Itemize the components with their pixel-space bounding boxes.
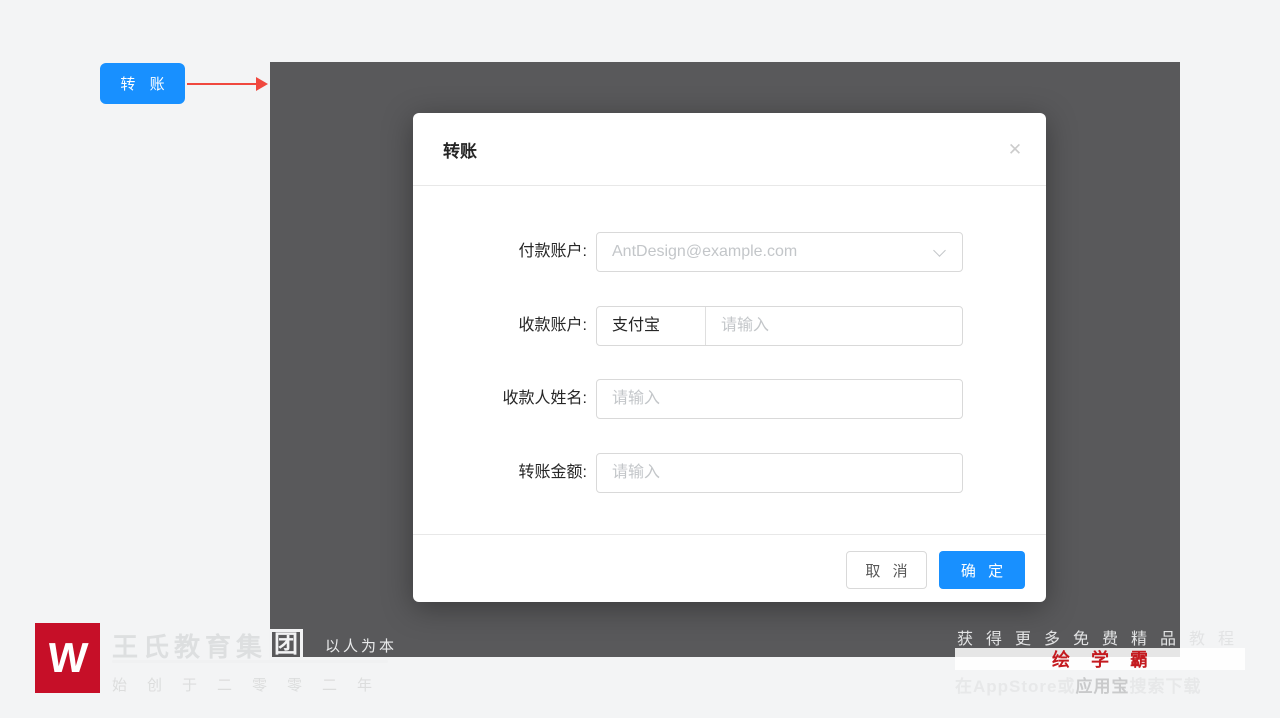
brand-divider-line	[112, 660, 388, 663]
company-subtitle: 始创于二零零二年	[112, 677, 393, 694]
promo-download-prefix: 在AppStore	[955, 677, 1058, 696]
close-icon[interactable]: ✕	[984, 113, 1046, 186]
payee-account-label: 收款账户:	[518, 317, 587, 334]
confirm-button[interactable]: 确 定	[939, 551, 1025, 589]
promo-download-mid: 或	[1057, 677, 1076, 696]
promo-app-name: 绘 学 霸	[1051, 650, 1156, 670]
form-row-transfer-amount: 转账金额:	[413, 453, 1046, 493]
payer-account-label: 付款账户:	[518, 243, 587, 260]
transfer-trigger-button[interactable]: 转 账	[100, 63, 185, 104]
logo-w-icon: W	[46, 634, 90, 681]
payee-account-input-wrap	[707, 307, 963, 345]
cancel-button[interactable]: 取 消	[846, 551, 927, 589]
transfer-amount-input[interactable]	[597, 454, 962, 492]
payee-account-input[interactable]	[707, 307, 963, 345]
payee-account-field: 支付宝	[596, 306, 963, 346]
payee-name-input[interactable]	[597, 380, 962, 418]
transfer-amount-field	[596, 453, 963, 493]
modal-header: 转账 ✕	[413, 113, 1046, 186]
form-row-payee-name: 收款人姓名:	[413, 379, 1046, 419]
promo-download-hint: 在AppStore或应用宝搜索下载	[955, 672, 1255, 697]
payer-account-placeholder: AntDesign@example.com	[612, 243, 798, 260]
promo-download-store: 应用宝	[1075, 677, 1130, 696]
annotation-arrow-head-icon	[256, 77, 268, 91]
payer-account-select[interactable]: AntDesign@example.com	[596, 232, 963, 272]
transfer-amount-label: 转账金额:	[518, 464, 587, 481]
transfer-modal: 转账 ✕ 付款账户: AntDesign@example.com 收款账户: 支…	[413, 113, 1046, 602]
chevron-down-icon	[933, 244, 946, 257]
payee-account-type-select[interactable]: 支付宝	[597, 307, 706, 345]
annotation-arrow-line	[187, 83, 258, 85]
company-name-boxed-char: 团	[269, 629, 304, 662]
form-row-payee-account: 收款账户: 支付宝	[413, 306, 1046, 346]
company-name: 王氏教育集	[112, 632, 268, 662]
promo-download-suffix: 搜索下载	[1129, 677, 1202, 696]
form-row-payer-account: 付款账户: AntDesign@example.com	[413, 232, 1046, 272]
company-slogan: 以人为本	[325, 638, 398, 655]
promo-app-banner: 绘 学 霸	[955, 648, 1245, 670]
canvas: 转 账 转账 ✕ 付款账户: AntDesign@example.com 收款账…	[0, 0, 1280, 718]
payee-name-label: 收款人姓名:	[502, 390, 587, 407]
company-name-row: 王氏教育集 团 以人为本	[112, 627, 397, 664]
modal-title: 转账	[443, 141, 477, 161]
wang-education-logo: W	[35, 623, 100, 693]
payee-name-field	[596, 379, 963, 419]
modal-footer: 取 消 确 定	[413, 534, 1046, 602]
